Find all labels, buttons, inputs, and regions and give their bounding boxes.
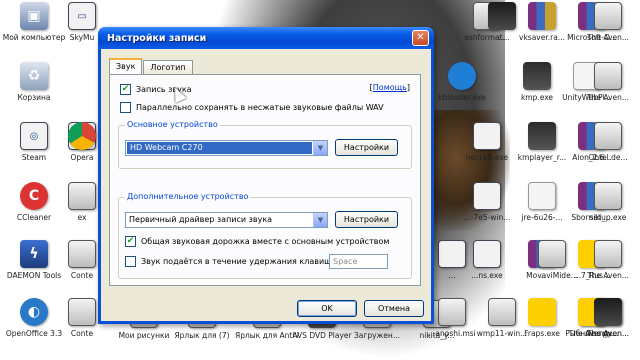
hold-key-label: Звук подаётся в течение удержания клавиш… xyxy=(141,257,337,266)
desktop-icon-label: Корзина xyxy=(17,93,51,102)
hotkey-field[interactable]: Space xyxy=(329,254,388,269)
desktop-icon[interactable]: The Aven... xyxy=(576,298,640,356)
desktop-icon[interactable]: setup.exe xyxy=(576,182,640,240)
app-icon xyxy=(528,182,556,210)
desktop-icon-label: kbloader.exe xyxy=(438,93,486,102)
desktop-icon[interactable]: ♻ Корзина xyxy=(2,62,66,120)
close-button[interactable]: ✕ xyxy=(412,30,429,46)
desktop-icon-label: The Aven... xyxy=(587,271,629,280)
desktop-icon-label: Ярлык для (7) xyxy=(174,331,230,340)
hold-key-checkbox[interactable] xyxy=(125,256,136,267)
secondary-device-select[interactable]: Первичный драйвер записи звука ▼ xyxy=(125,212,328,228)
app-icon: ▣ xyxy=(20,2,48,30)
chevron-down-icon[interactable]: ▼ xyxy=(313,141,327,155)
desktop-icon[interactable]: The Aven... xyxy=(576,240,640,298)
app-icon xyxy=(538,240,566,268)
primary-settings-button[interactable]: Настройки xyxy=(335,139,398,156)
desktop-icon-label: The Aven... xyxy=(587,33,629,42)
app-icon xyxy=(528,298,556,326)
close-icon: ✕ xyxy=(416,32,425,43)
mix-track-label: Общая звуковая дорожка вместе с основным… xyxy=(141,237,390,246)
primary-device-legend: Основное устройство xyxy=(125,120,220,129)
save-wav-row[interactable]: Параллельно сохранять в несжатые звуковы… xyxy=(120,102,384,113)
check-icon: ✔ xyxy=(126,236,135,246)
app-icon: ▭ xyxy=(68,2,96,30)
save-wav-checkbox[interactable] xyxy=(120,102,131,113)
help-bracket-close: ] xyxy=(406,83,410,92)
help-link[interactable]: [Помощь] xyxy=(370,83,410,92)
app-icon xyxy=(473,240,501,268)
desktop-icon-label: ... xyxy=(498,33,506,42)
app-icon xyxy=(594,240,622,268)
app-icon: ◐ xyxy=(20,298,48,326)
desktop-icon[interactable]: kbloader.exe xyxy=(430,62,494,120)
app-icon xyxy=(528,122,556,150)
app-icon xyxy=(594,2,622,30)
desktop-icon-label: MovaviMide... xyxy=(526,271,578,280)
desktop-icon-label: The Aven... xyxy=(587,93,629,102)
help-link-text[interactable]: Помощь xyxy=(373,83,407,92)
app-icon xyxy=(594,62,622,90)
secondary-device-legend: Дополнительное устройство xyxy=(125,192,251,201)
secondary-device-group: Дополнительное устройство Первичный драй… xyxy=(118,192,412,279)
mix-track-checkbox[interactable]: ✔ xyxy=(125,236,136,247)
mix-track-row[interactable]: ✔ Общая звуковая дорожка вместе с основн… xyxy=(125,236,389,247)
desktop-icon-label: Мои рисунки xyxy=(118,331,170,340)
app-icon xyxy=(594,182,622,210)
desktop-icon[interactable]: ... xyxy=(470,2,534,60)
app-icon xyxy=(68,298,96,326)
secondary-device-value: Первичный драйвер записи звука xyxy=(129,215,273,224)
dialog-title: Настройки записи xyxy=(107,32,207,44)
app-icon: ◎ xyxy=(20,122,48,150)
secondary-settings-button[interactable]: Настройки xyxy=(335,211,398,228)
desktop-icon[interactable]: The Aven... xyxy=(576,2,640,60)
app-icon xyxy=(68,122,96,150)
app-icon xyxy=(473,122,501,150)
check-icon: ✔ xyxy=(121,84,130,94)
tab-strip: Звук Логотип xyxy=(109,58,194,74)
desktop-icon-label: Conte xyxy=(70,329,94,338)
app-icon: C xyxy=(20,182,48,210)
tab-logo[interactable]: Логотип xyxy=(143,60,193,74)
recording-settings-dialog: Настройки записи ✕ Звук Логотип ✔ Запись… xyxy=(98,27,434,324)
app-icon xyxy=(68,240,96,268)
primary-device-select[interactable]: HD Webcam C270 ▼ xyxy=(125,140,328,156)
primary-device-value: HD Webcam C270 xyxy=(127,142,312,154)
tab-panel-sound: ✔ Запись звука [Помощь] Параллельно сохр… xyxy=(109,74,421,286)
app-icon xyxy=(448,62,476,90)
app-icon xyxy=(594,122,622,150)
app-icon xyxy=(488,2,516,30)
desktop-icon-label: Obtel.de... xyxy=(588,153,628,162)
app-icon xyxy=(438,298,466,326)
app-icon xyxy=(68,182,96,210)
dialog-titlebar[interactable]: Настройки записи ✕ xyxy=(98,27,434,49)
desktop-icon[interactable]: Obtel.de... xyxy=(576,122,640,180)
app-icon xyxy=(473,182,501,210)
cancel-button[interactable]: Отмена xyxy=(364,300,424,317)
desktop-icon-label: setup.exe xyxy=(589,213,627,222)
app-icon xyxy=(523,62,551,90)
chevron-down-icon[interactable]: ▼ xyxy=(313,213,327,227)
record-sound-checkbox[interactable]: ✔ xyxy=(120,84,131,95)
desktop-icon-label: Загружен... xyxy=(354,331,400,340)
ok-button[interactable]: OK xyxy=(297,300,357,317)
app-icon: ϟ xyxy=(20,240,48,268)
hold-key-row[interactable]: Звук подаётся в течение удержания клавиш… xyxy=(125,256,337,267)
app-icon: ♻ xyxy=(20,62,48,90)
desktop-icon[interactable]: The Aven... xyxy=(576,62,640,120)
desktop-icon-label: The Aven... xyxy=(587,329,629,338)
save-wav-label: Параллельно сохранять в несжатые звуковы… xyxy=(136,103,384,112)
app-icon xyxy=(594,298,622,326)
desktop-icon[interactable]: MovaviMide... xyxy=(520,240,584,298)
primary-device-group: Основное устройство HD Webcam C270 ▼ Нас… xyxy=(118,120,412,169)
tab-sound[interactable]: Звук xyxy=(109,58,143,74)
